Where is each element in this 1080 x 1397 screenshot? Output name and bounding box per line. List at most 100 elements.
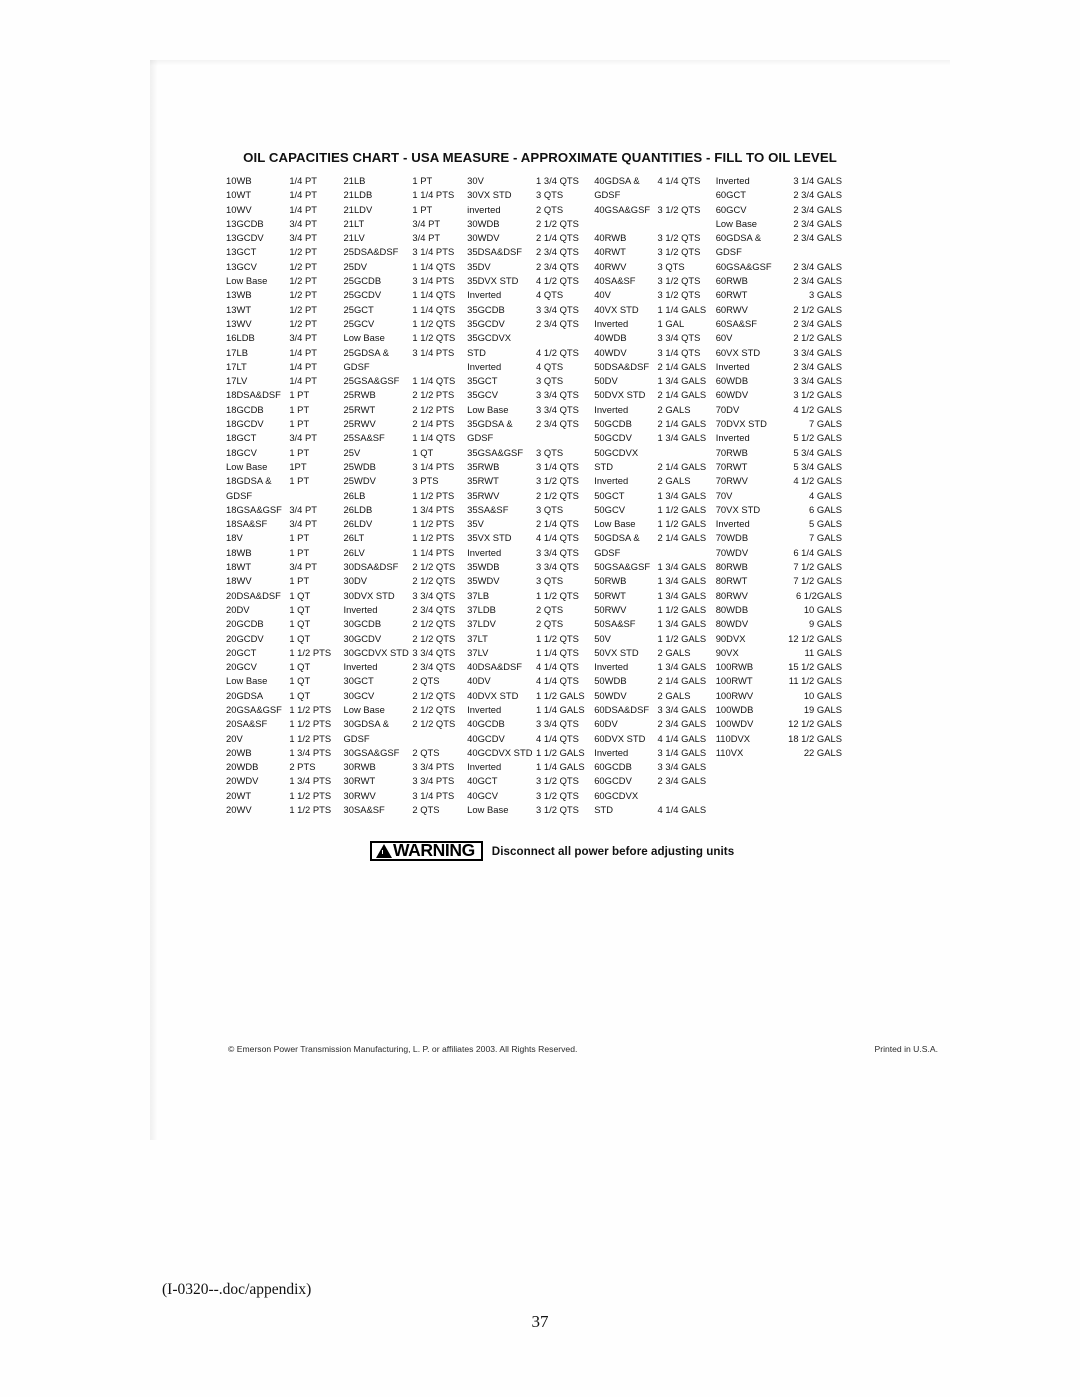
warning-banner: WARNING Disconnect all power before adju… (370, 841, 734, 861)
model-cell: 30SA&SF (343, 804, 385, 816)
model-cell: 25DV (343, 260, 368, 272)
capacity-cell: 1/4 PT (289, 346, 318, 358)
capacity-cell: 1 1/2 GALS (657, 603, 707, 615)
capacity-cell: 3 1/4 PTS (412, 246, 455, 258)
capacity-cell: 2 1/2 PTS (412, 403, 455, 415)
model-cell: 60RWT (715, 289, 748, 301)
capacity-cell: 18 1/2 GALS (788, 732, 842, 744)
model-cell: 13WT (226, 303, 252, 315)
table-row: 20GCV 1 QT Inverted 2 3/4 QTS 40DSA&DSF 4 1/4… (226, 662, 842, 676)
model-cell: 60GCT (715, 189, 747, 201)
capacity-cell: 3 1/4 PTS (412, 460, 455, 472)
capacity-cell: 2 3/4 QTS (536, 260, 579, 272)
table-row: 20GCDB 1 QT 30GCDB 2 1/2 QTS 37LDV 2 QTS 50SA&… (226, 619, 842, 633)
capacity-cell: 2 1/2 QTS (412, 689, 456, 701)
capacity-cell (289, 491, 343, 505)
table-row: 16LDB 3/4 PT Low Base 1 1/2 QTS 35GCDVX 40WDB… (226, 333, 842, 347)
capacity-cell: 1 3/4 GALS (657, 561, 707, 573)
capacity-cell: 1 1/4 GALS (536, 761, 585, 773)
capacity-cell: 3/4 PT (412, 232, 441, 244)
model-cell: 70V (715, 489, 733, 501)
model-cell: 40GDSA & (594, 175, 640, 186)
table-row: GDSF 26LB 1 1/2 PTS 35RWV 2 1/2 QTS 50GCT 1 3/… (226, 489, 842, 505)
capacity-cell: 2 3/4 QTS (536, 246, 579, 258)
model-cell: 20GCDB (226, 618, 264, 630)
model-cell: 50GCT (594, 489, 625, 501)
table-row: 13WT 1/2 PT 25GCT 1 1/4 QTS 35GCDB 3 3/4 QTS 4… (226, 303, 842, 319)
model-cell: 40DSA&DSF (467, 661, 523, 673)
capacity-cell: 1 1/2 GALS (657, 518, 707, 530)
capacity-cell: 1 3/4 GALS (657, 618, 707, 630)
model-cell: 70WDB (715, 532, 749, 544)
table-row: 13GCDB 3/4 PT 21LT 3/4 PT 30WDB 2 1/2 QTS Low … (226, 219, 842, 233)
capacity-cell (412, 734, 467, 748)
model-cell: 40RWB (594, 232, 627, 244)
capacity-cell: 3 3/4 QTS (536, 403, 579, 415)
capacity-cell: 3 3/4 QTS (536, 718, 579, 730)
capacity-cell: 3 3/4 GALS (793, 375, 842, 387)
capacity-cell: 3 3/4 QTS (536, 303, 579, 315)
capacity-cell: 1 1/2 GALS (657, 632, 707, 644)
table-row: 18GCV 1 PT 25V 1 QT 35GSA&GSF 3 QTS 50GCDVX 70R… (226, 447, 842, 462)
model-cell: 25GCDB (343, 275, 382, 287)
model-cell: Inverted (467, 546, 502, 558)
capacity-cell: 3 3/4 QTS (536, 546, 579, 558)
capacity-cell: 2 1/4 GALS (657, 532, 707, 544)
model-cell: 40WDV (594, 346, 627, 358)
model-cell: 35GCT (467, 375, 498, 387)
model-cell: 13GCDV (226, 232, 264, 244)
model-cell: 30WDV (467, 232, 500, 244)
capacity-cell (658, 548, 716, 562)
capacity-cell: 2 GALS (657, 646, 691, 658)
capacity-cell: 2 1/2 GALS (793, 332, 842, 344)
model-cell: 40DV (467, 675, 491, 687)
capacity-cell: 1/2 PT (289, 260, 318, 272)
model-cell (716, 776, 779, 790)
model-cell: 100WDV (715, 718, 754, 730)
model-cell: 20GCT (226, 646, 257, 658)
capacity-cell: 3 1/2 QTS (536, 475, 579, 487)
model-cell: 10WV (226, 203, 252, 215)
capacity-cell: 1 3/4 QTS (536, 175, 579, 186)
capacity-cell: 2 QTS (536, 618, 564, 630)
capacity-cell: 3 3/4 GALS (657, 703, 707, 715)
model-cell: GDSF (594, 189, 621, 201)
model-cell: 18GSA&GSF (226, 503, 282, 515)
model-cell: 18GCT (226, 432, 257, 444)
capacity-cell: 2 QTS (412, 675, 440, 687)
model-cell: 21LDV (343, 203, 373, 215)
model-cell: Low Base (343, 703, 385, 715)
capacity-cell: 2 3/4 GALS (793, 189, 842, 201)
model-cell: 13GCDB (226, 217, 264, 229)
capacity-cell: 1 1/2 QTS (412, 332, 456, 344)
capacity-cell: 1 QT (289, 632, 311, 644)
table-row: 17LT 1/4 PT GDSF Inverted 4 QTS 50DSA&DSF 2 1/… (226, 362, 842, 376)
capacity-cell: 4 1/4 QTS (536, 675, 579, 687)
table-row: 10WT 1/4 PT 21LDB 1 1/4 PTS 30VX STD 3 QTS GDS… (226, 190, 842, 204)
model-cell: 110VX (715, 746, 744, 758)
model-cell: 30GSA&GSF (343, 746, 400, 758)
capacity-cell: 3 3/4 QTS (412, 646, 456, 658)
model-cell: 50DVX STD (594, 389, 646, 401)
oil-capacities-table: 10WB 1/4 PT 21LB 1 PT 30V 1 3/4 QTS 40GDSA & 4 … (226, 176, 842, 819)
model-cell: GDSF (594, 546, 621, 558)
capacity-cell: 3/4 PT (289, 217, 318, 229)
model-cell: 60DVX STD (594, 732, 646, 744)
table-row: 18GSA&GSF 3/4 PT 26LDB 1 3/4 PTS 35SA&SF 3 QT… (226, 505, 842, 519)
model-cell: 40RWV (594, 260, 627, 272)
capacity-cell: 4 1/2 GALS (793, 475, 842, 487)
model-cell: 25RWV (343, 418, 376, 430)
model-cell: 40WDB (594, 332, 627, 344)
model-cell: 80RWB (715, 561, 748, 573)
page-number: 37 (531, 1312, 549, 1331)
model-cell: 35GCV (467, 389, 498, 401)
capacity-cell: 1 PT (289, 403, 310, 415)
printed-in-notice: Printed in U.S.A. (874, 1044, 938, 1054)
capacity-cell: 3 1/2 QTS (657, 232, 701, 244)
capacity-cell: 12 1/2 GALS (788, 718, 842, 730)
model-cell: 40RWT (594, 246, 626, 258)
model-cell: 18WB (226, 546, 252, 558)
capacity-cell: 1 1/2 PTS (289, 804, 332, 816)
capacity-cell: 1/4 PT (289, 375, 318, 387)
capacity-cell: 2 3/4 GALS (657, 718, 707, 730)
